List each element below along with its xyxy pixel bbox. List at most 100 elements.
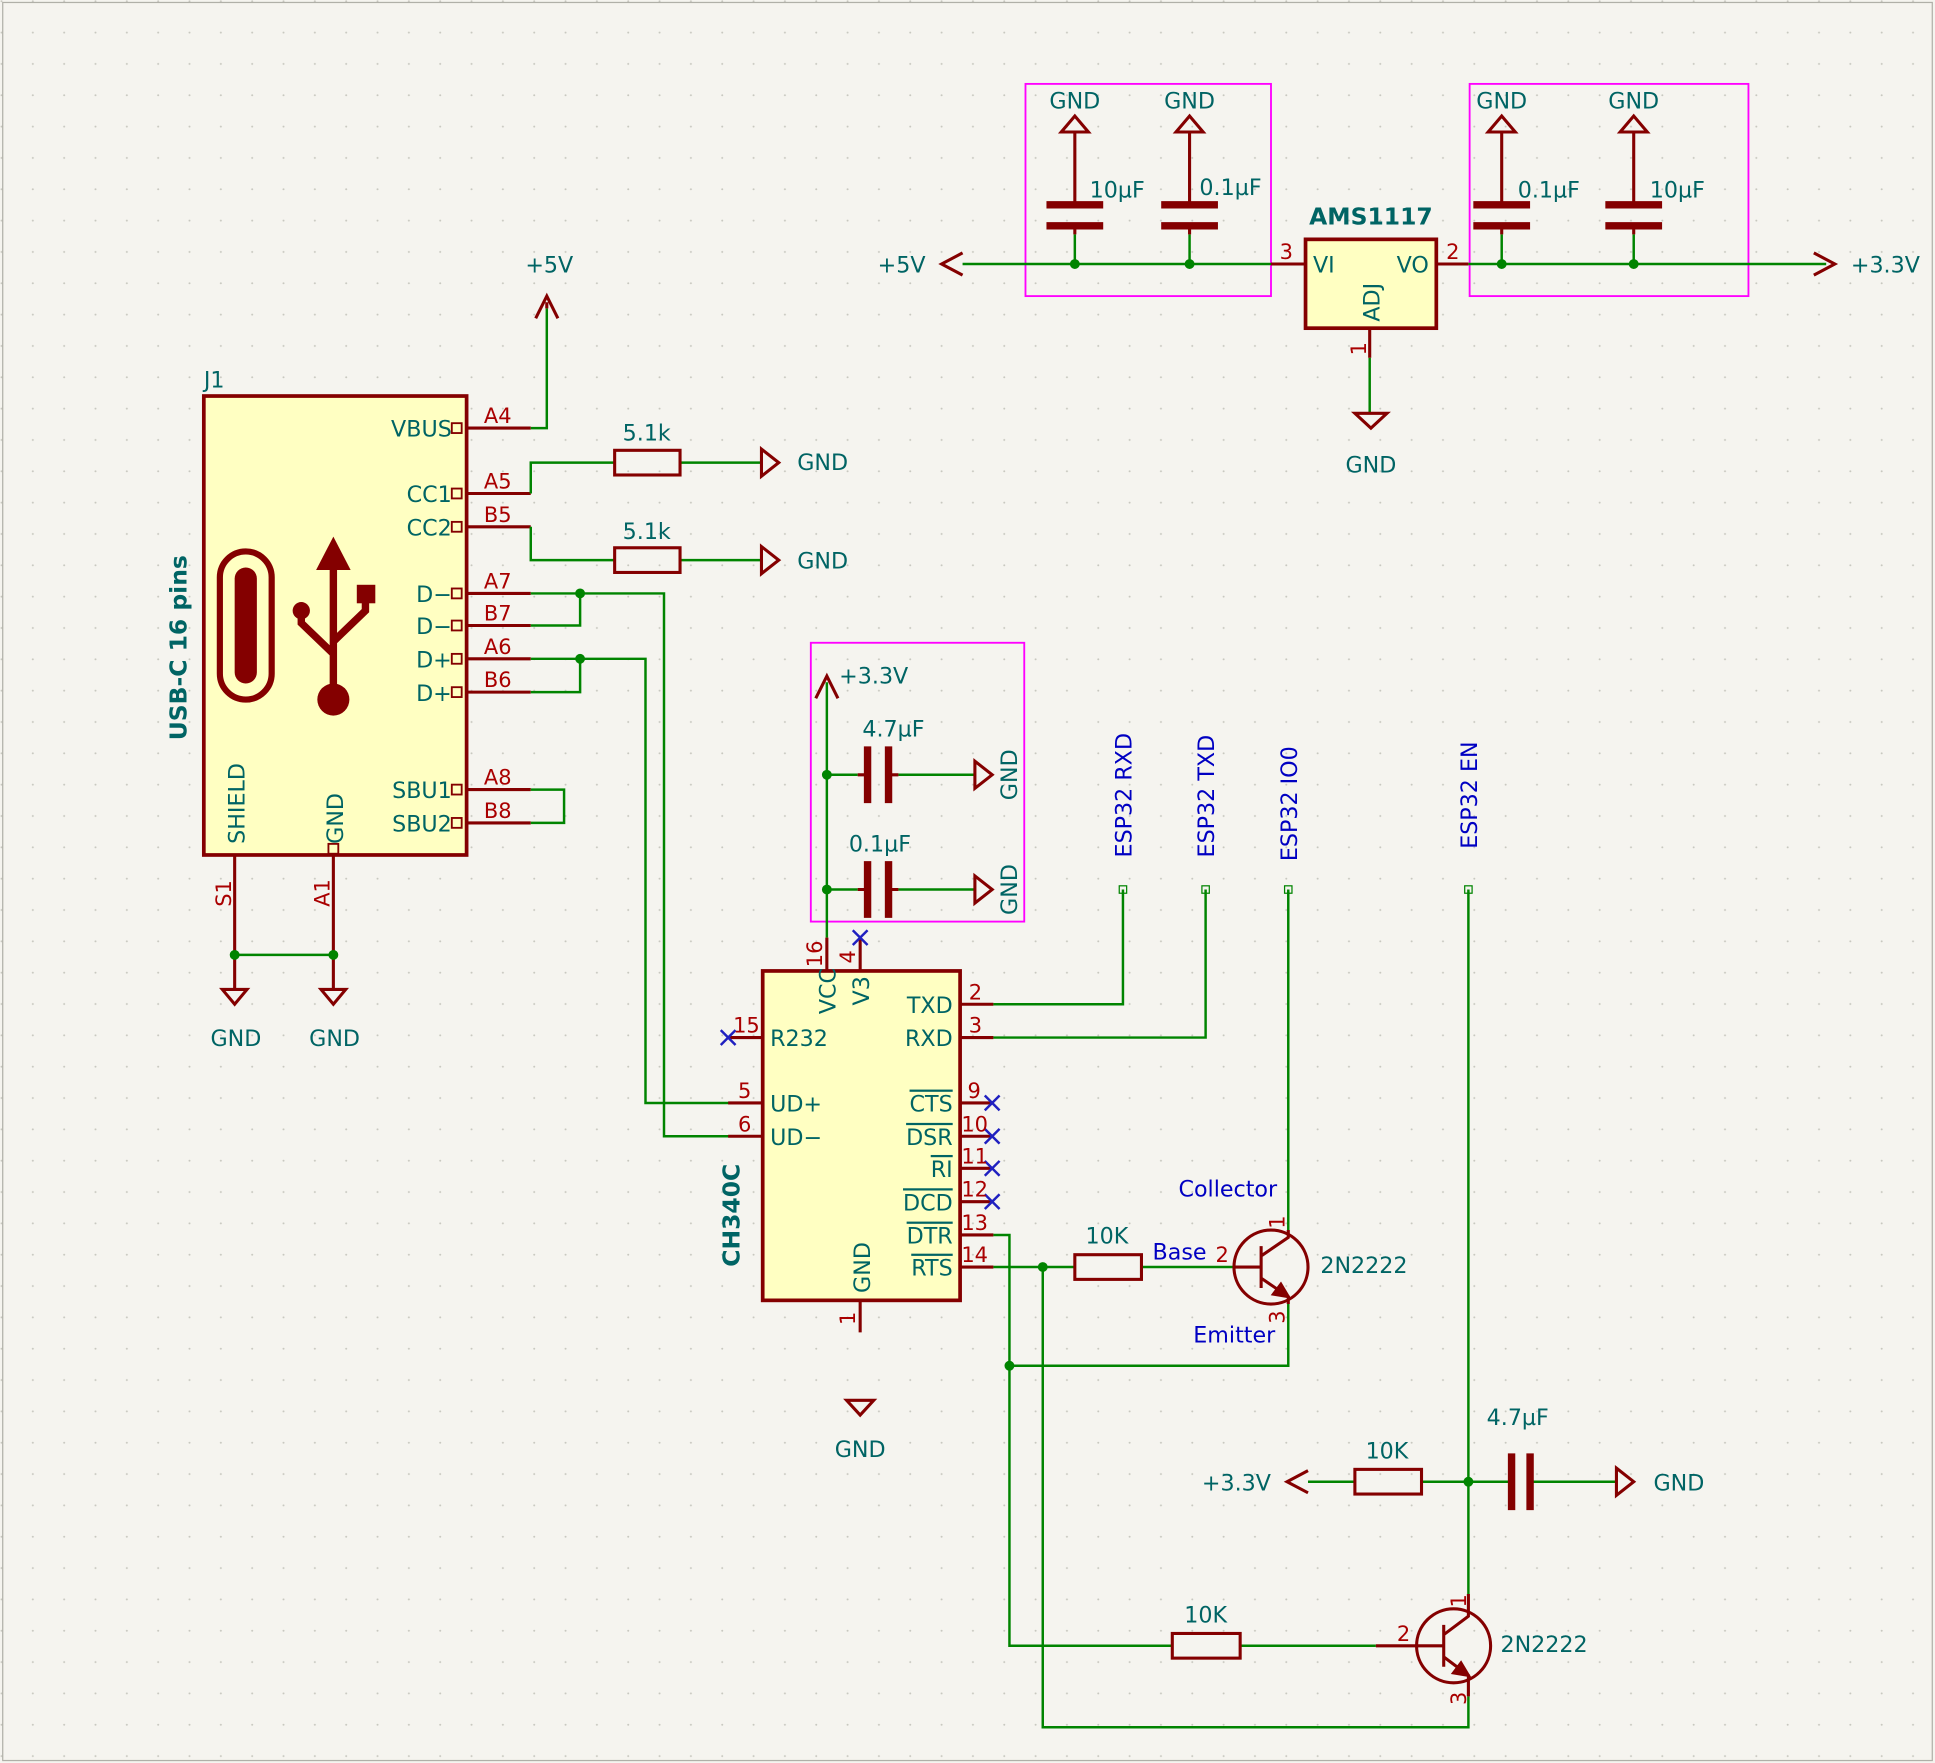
gnd-label: GND — [1345, 453, 1396, 479]
pin-name: VBUS — [391, 417, 452, 443]
pin-name: RTS — [911, 1256, 952, 1282]
pin-name: UD+ — [770, 1092, 822, 1118]
pin-name: R232 — [770, 1026, 828, 1052]
pin-name: DSR — [906, 1125, 953, 1151]
capacitor-value: 0.1µF — [1199, 175, 1261, 201]
pin-name: VCC — [815, 968, 841, 1014]
gnd-label: GND — [835, 1437, 886, 1463]
pin-name: V3 — [849, 976, 875, 1005]
emitter-label: Emitter — [1193, 1322, 1276, 1348]
pin-number: 3 — [1266, 1310, 1290, 1323]
gnd-label: GND — [797, 450, 848, 476]
pin-number: A8 — [484, 766, 512, 790]
j1-ref: J1 — [202, 367, 225, 393]
resistor-value: 5.1k — [623, 519, 671, 545]
net-label-esp32-io0: ESP32 IO0 — [1277, 746, 1303, 861]
pin-name: SBU1 — [392, 778, 452, 804]
pin-name: RI — [931, 1157, 953, 1183]
power-label: +5V — [525, 253, 573, 279]
pin-number: 2 — [1397, 1622, 1410, 1646]
pin-number: 15 — [733, 1014, 760, 1038]
resistor-value: 10K — [1086, 1224, 1130, 1250]
pin-number: 16 — [803, 941, 827, 968]
pin-number: 2 — [969, 980, 982, 1004]
pin-number: 3 — [1447, 1692, 1471, 1705]
gnd-label: GND — [210, 1026, 261, 1052]
transistor-value: 2N2222 — [1320, 1253, 1407, 1279]
pin-number: 3 — [969, 1014, 982, 1038]
capacitor-value: 10µF — [1090, 177, 1145, 203]
pin-name: D+ — [416, 681, 452, 707]
capacitor-value: 4.7µF — [1487, 1405, 1549, 1431]
gnd-label: GND — [1049, 89, 1100, 115]
capacitor-value: 4.7µF — [862, 717, 924, 743]
gnd-label: GND — [1653, 1470, 1704, 1496]
pin-number: 1 — [836, 1312, 860, 1325]
pin-number: 4 — [836, 950, 860, 963]
pin-number: B8 — [484, 799, 512, 823]
power-label: +5V — [878, 253, 926, 279]
pin-name: CC1 — [407, 482, 452, 508]
pin-name: CTS — [910, 1092, 953, 1118]
pin-number: A6 — [484, 635, 512, 659]
pin-name: TXD — [906, 993, 953, 1019]
regulator-value: AMS1117 — [1309, 203, 1433, 231]
gnd-label: GND — [797, 549, 848, 575]
pin-number: B6 — [484, 668, 512, 692]
resistor-value: 5.1k — [623, 420, 671, 446]
gnd-label: GND — [997, 749, 1023, 800]
pin-name: UD− — [770, 1125, 822, 1151]
pin-name: CC2 — [407, 515, 452, 541]
pin-number: A4 — [484, 404, 512, 428]
resistor-value: 10K — [1366, 1438, 1410, 1464]
pin-name: SBU2 — [392, 812, 452, 838]
net-label-esp32-txd: ESP32 TXD — [1194, 735, 1220, 858]
pin-name: D− — [416, 582, 452, 608]
capacitor-value: 0.1µF — [1518, 177, 1580, 203]
power-label: +3.3V — [1851, 253, 1920, 279]
net-label-esp32-en: ESP32 EN — [1457, 741, 1483, 848]
pin-number: 2 — [1446, 240, 1459, 264]
pin-number: S1 — [212, 880, 236, 907]
pin-number: 5 — [738, 1079, 751, 1103]
resistor-value: 10K — [1184, 1602, 1228, 1628]
collector-label: Collector — [1178, 1177, 1278, 1203]
net-label-esp32-rxd: ESP32 RXD — [1112, 733, 1138, 857]
pin-number: A5 — [484, 470, 512, 494]
gnd-label: GND — [997, 864, 1023, 915]
pin-name: VI — [1313, 253, 1335, 279]
pin-number: B7 — [484, 602, 512, 626]
ic-value: CH340C — [717, 1164, 745, 1267]
pin-number: 12 — [961, 1178, 988, 1202]
pin-name: D+ — [416, 647, 452, 673]
capacitor-value: 10µF — [1650, 177, 1705, 203]
pin-number: 3 — [1280, 240, 1293, 264]
pin-name: DCD — [903, 1190, 953, 1216]
pin-name: VO — [1397, 253, 1429, 279]
pin-number: 10 — [961, 1112, 988, 1136]
pin-name: D− — [416, 614, 452, 640]
j1-value: USB-C 16 pins — [165, 555, 193, 740]
pin-number: A7 — [484, 569, 512, 593]
pin-name: DTR — [907, 1224, 953, 1250]
pin-number: 9 — [968, 1079, 981, 1103]
power-label: +3.3V — [1202, 1470, 1271, 1496]
pin-number: 2 — [1215, 1243, 1228, 1267]
pin-number: B5 — [484, 503, 512, 527]
transistor-value: 2N2222 — [1500, 1632, 1587, 1658]
pin-name: ADJ — [1360, 283, 1386, 322]
pin-number: 1 — [1347, 342, 1371, 355]
pin-number: 11 — [961, 1144, 988, 1168]
power-label: +3.3V — [839, 663, 908, 689]
pin-name: GND — [850, 1242, 876, 1293]
pin-name: GND — [323, 793, 349, 844]
pin-number: 14 — [961, 1243, 988, 1267]
pin-number: 1 — [1266, 1215, 1290, 1228]
gnd-label: GND — [1476, 89, 1527, 115]
pin-number: A1 — [311, 879, 335, 907]
gnd-label: GND — [1164, 89, 1215, 115]
gnd-label: GND — [1608, 89, 1659, 115]
base-label: Base — [1153, 1240, 1207, 1266]
schematic-canvas[interactable]: J1 USB-C 16 pins VBUS CC1 CC2 D− D− D+ D… — [0, 0, 1935, 1763]
pin-number: 6 — [738, 1112, 751, 1136]
